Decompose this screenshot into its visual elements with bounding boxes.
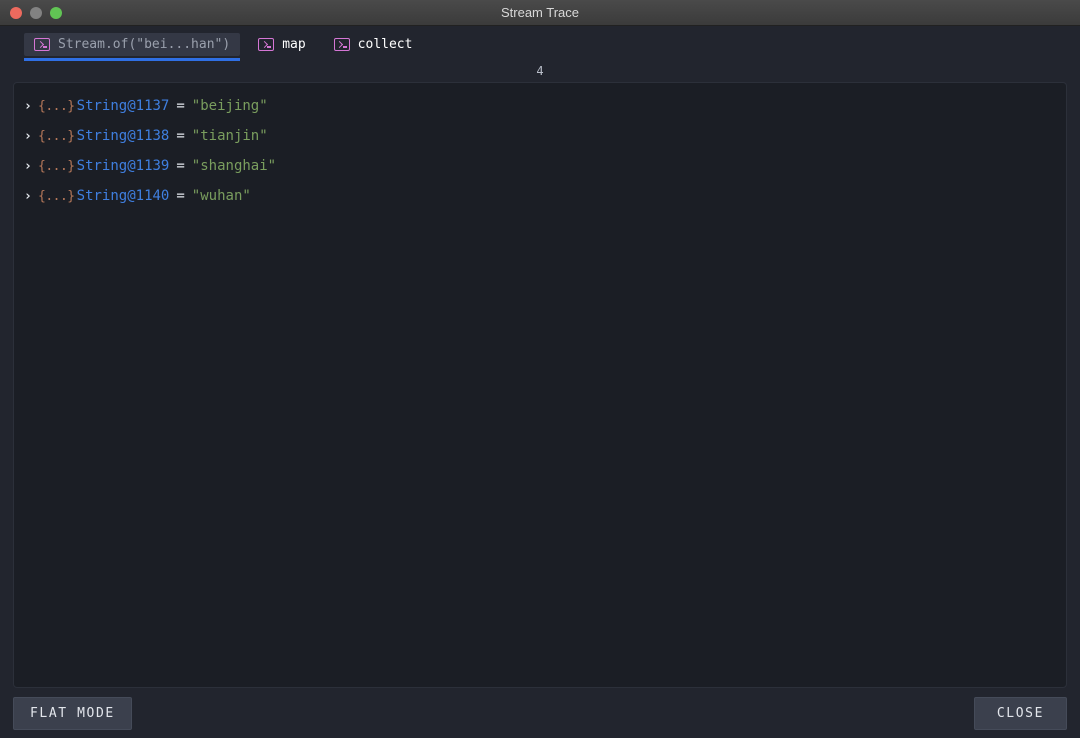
equals-sign: =	[176, 128, 185, 144]
tab-map[interactable]: map	[248, 33, 315, 56]
object-value: "wuhan"	[191, 188, 251, 204]
table-row[interactable]: › {...} String@1139 = "shanghai"	[14, 151, 1066, 181]
minimize-window-button[interactable]	[30, 6, 42, 19]
equals-sign: =	[176, 158, 185, 174]
tab-label: collect	[357, 37, 413, 52]
window-title: Stream Trace	[500, 5, 580, 20]
object-braces-icon: {...}	[38, 128, 75, 144]
object-braces-icon: {...}	[38, 158, 75, 174]
expander-chevron-icon[interactable]: ›	[24, 160, 38, 173]
tab-label: map	[282, 37, 306, 52]
object-value: "beijing"	[191, 98, 268, 114]
tab-collect[interactable]: collect	[324, 33, 423, 56]
expander-chevron-icon[interactable]: ›	[24, 130, 38, 143]
terminal-icon	[258, 38, 275, 51]
object-reference: String@1139	[76, 158, 170, 174]
maximize-window-button[interactable]	[50, 6, 62, 19]
object-braces-icon: {...}	[38, 188, 75, 204]
object-braces-icon: {...}	[38, 98, 75, 114]
expander-chevron-icon[interactable]: ›	[24, 100, 38, 113]
table-row[interactable]: › {...} String@1138 = "tianjin"	[14, 121, 1066, 151]
close-button[interactable]: CLOSE	[973, 696, 1067, 730]
window-controls	[0, 6, 62, 19]
close-window-button[interactable]	[10, 6, 22, 19]
equals-sign: =	[176, 188, 185, 204]
tab-label: Stream.of("bei...han")	[58, 37, 231, 52]
trace-value-list[interactable]: › {...} String@1137 = "beijing" › {...} …	[13, 82, 1067, 688]
stream-trace-window: Stream Trace Stream.of("bei...han") map …	[0, 0, 1080, 738]
footer-bar: FLAT MODE CLOSE	[0, 688, 1080, 738]
window-titlebar: Stream Trace	[0, 0, 1080, 26]
terminal-icon	[333, 38, 350, 51]
object-value: "shanghai"	[191, 158, 277, 174]
table-row[interactable]: › {...} String@1140 = "wuhan"	[14, 181, 1066, 211]
equals-sign: =	[176, 98, 185, 114]
object-reference: String@1138	[76, 128, 170, 144]
stream-stage-tabbar: Stream.of("bei...han") map collect	[0, 26, 1080, 63]
tab-stream-of[interactable]: Stream.of("bei...han")	[24, 33, 241, 61]
element-count: 4	[536, 64, 544, 78]
object-reference: String@1140	[76, 188, 170, 204]
trace-content-wrapper: › {...} String@1137 = "beijing" › {...} …	[0, 82, 1080, 688]
expander-chevron-icon[interactable]: ›	[24, 190, 38, 203]
terminal-icon	[34, 38, 50, 51]
flat-mode-button[interactable]: FLAT MODE	[13, 696, 132, 730]
object-value: "tianjin"	[191, 128, 268, 144]
object-reference: String@1137	[76, 98, 170, 114]
table-row[interactable]: › {...} String@1137 = "beijing"	[14, 91, 1066, 121]
